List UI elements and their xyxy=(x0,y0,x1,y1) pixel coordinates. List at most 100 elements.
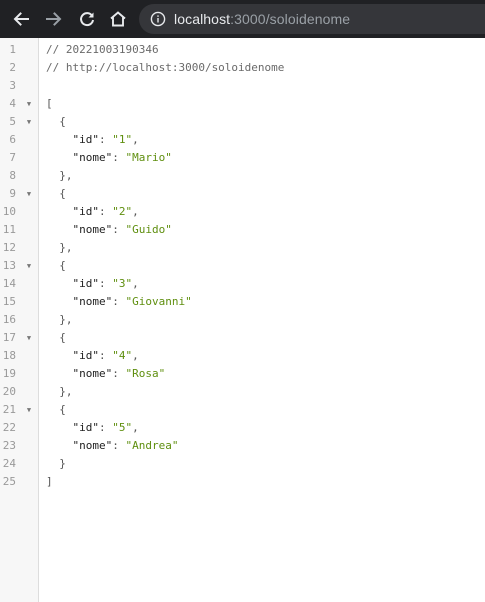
line-content: "id": "2", xyxy=(46,203,139,221)
json-bracket: } xyxy=(59,457,66,470)
code-line: 17 ▼ { xyxy=(0,329,485,347)
code-line: 22 "id": "5", xyxy=(0,419,485,437)
line-number: 13 xyxy=(2,259,16,272)
line-number: 25 xyxy=(2,475,16,488)
json-value: "Rosa" xyxy=(125,367,166,380)
line-number: 16 xyxy=(2,313,16,326)
home-button[interactable] xyxy=(106,7,130,31)
json-comment: // 20221003190346 xyxy=(46,43,159,56)
url-path: :3000/soloidenome xyxy=(230,11,351,27)
line-number: 23 xyxy=(2,439,16,452)
fold-toggle-icon[interactable]: ▼ xyxy=(25,113,33,131)
line-content: } xyxy=(46,455,66,473)
line-number: 5 xyxy=(9,115,16,128)
json-colon: : xyxy=(112,439,126,452)
line-number: 4 xyxy=(9,97,16,110)
code-line: 21 ▼ { xyxy=(0,401,485,419)
line-number: 19 xyxy=(2,367,16,380)
json-value: "3" xyxy=(112,277,133,290)
json-value: "Mario" xyxy=(125,151,172,164)
line-number: 15 xyxy=(2,295,16,308)
code-line: 11 "nome": "Guido" xyxy=(0,221,485,239)
code-line: 24 } xyxy=(0,455,485,473)
url-text[interactable]: localhost:3000/soloidenome xyxy=(174,11,350,27)
line-content: // http://localhost:3000/soloidenome xyxy=(46,59,284,77)
code-line: 9 ▼ { xyxy=(0,185,485,203)
line-content: { xyxy=(46,401,66,419)
line-content: "nome": "Giovanni" xyxy=(46,293,192,311)
line-number: 1 xyxy=(9,43,16,56)
json-bracket: { xyxy=(59,331,66,344)
line-number: 24 xyxy=(2,457,16,470)
line-content: "id": "1", xyxy=(46,131,139,149)
line-number: 9 xyxy=(9,187,16,200)
json-key: "nome" xyxy=(72,151,113,164)
json-value: "1" xyxy=(112,133,133,146)
line-number: 18 xyxy=(2,349,16,362)
json-key: "id" xyxy=(72,421,100,434)
code-line: 16 }, xyxy=(0,311,485,329)
line-content: "nome": "Guido" xyxy=(46,221,172,239)
code-line: 3 xyxy=(0,77,485,95)
line-content: [ xyxy=(46,95,53,113)
json-bracket: { xyxy=(59,187,66,200)
json-colon: : xyxy=(99,349,113,362)
line-number: 11 xyxy=(2,223,16,236)
line-content: // 20221003190346 xyxy=(46,41,159,59)
line-number: 12 xyxy=(2,241,16,254)
line-number: 6 xyxy=(9,133,16,146)
fold-toggle-icon[interactable]: ▼ xyxy=(25,257,33,275)
address-bar[interactable]: localhost:3000/soloidenome xyxy=(139,4,485,34)
json-colon: : xyxy=(99,205,113,218)
code-line: 6 "id": "1", xyxy=(0,131,485,149)
line-content: "id": "5", xyxy=(46,419,139,437)
reload-button[interactable] xyxy=(75,7,99,31)
line-content: }, xyxy=(46,383,73,401)
json-colon: : xyxy=(99,421,113,434)
line-number: 2 xyxy=(9,61,16,74)
fold-toggle-icon[interactable]: ▼ xyxy=(25,185,33,203)
fold-toggle-icon[interactable]: ▼ xyxy=(25,329,33,347)
json-comma: , xyxy=(132,277,139,290)
code-line: 2 // http://localhost:3000/soloidenome xyxy=(0,59,485,77)
line-content: ] xyxy=(46,473,53,491)
url-host: localhost xyxy=(174,11,231,27)
json-value: "4" xyxy=(112,349,133,362)
json-value: "2" xyxy=(112,205,133,218)
back-arrow-icon xyxy=(13,12,29,26)
code-line: 25] xyxy=(0,473,485,491)
code-line: 5 ▼ { xyxy=(0,113,485,131)
line-number: 14 xyxy=(2,277,16,290)
line-number: 22 xyxy=(2,421,16,434)
back-button[interactable] xyxy=(9,7,33,31)
line-number: 7 xyxy=(9,151,16,164)
json-bracket: }, xyxy=(59,313,73,326)
line-content: "id": "4", xyxy=(46,347,139,365)
reload-icon xyxy=(80,12,94,27)
json-bracket: }, xyxy=(59,385,73,398)
json-bracket: }, xyxy=(59,169,73,182)
forward-button[interactable] xyxy=(42,7,66,31)
line-content: { xyxy=(46,185,66,203)
json-colon: : xyxy=(112,151,126,164)
json-colon: : xyxy=(112,295,126,308)
fold-toggle-icon[interactable]: ▼ xyxy=(25,401,33,419)
line-content: "nome": "Mario" xyxy=(46,149,172,167)
code-line: 15 "nome": "Giovanni" xyxy=(0,293,485,311)
json-viewer: 1 // 20221003190346 2 // http://localhost:3… xyxy=(0,38,485,602)
code-lines: 1 // 20221003190346 2 // http://localhost:3… xyxy=(0,41,485,491)
json-colon: : xyxy=(112,367,126,380)
fold-toggle-icon[interactable]: ▼ xyxy=(25,95,33,113)
code-line: 4 ▼ [ xyxy=(0,95,485,113)
site-info-icon[interactable] xyxy=(150,11,166,27)
code-line: 7 "nome": "Mario" xyxy=(0,149,485,167)
json-key: "nome" xyxy=(72,223,113,236)
json-value: "5" xyxy=(112,421,133,434)
line-content: { xyxy=(46,113,66,131)
line-content: }, xyxy=(46,167,73,185)
line-number: 20 xyxy=(2,385,16,398)
line-content: "nome": "Rosa" xyxy=(46,365,166,383)
json-key: "id" xyxy=(72,349,100,362)
line-content: { xyxy=(46,329,66,347)
line-content: "nome": "Andrea" xyxy=(46,437,179,455)
